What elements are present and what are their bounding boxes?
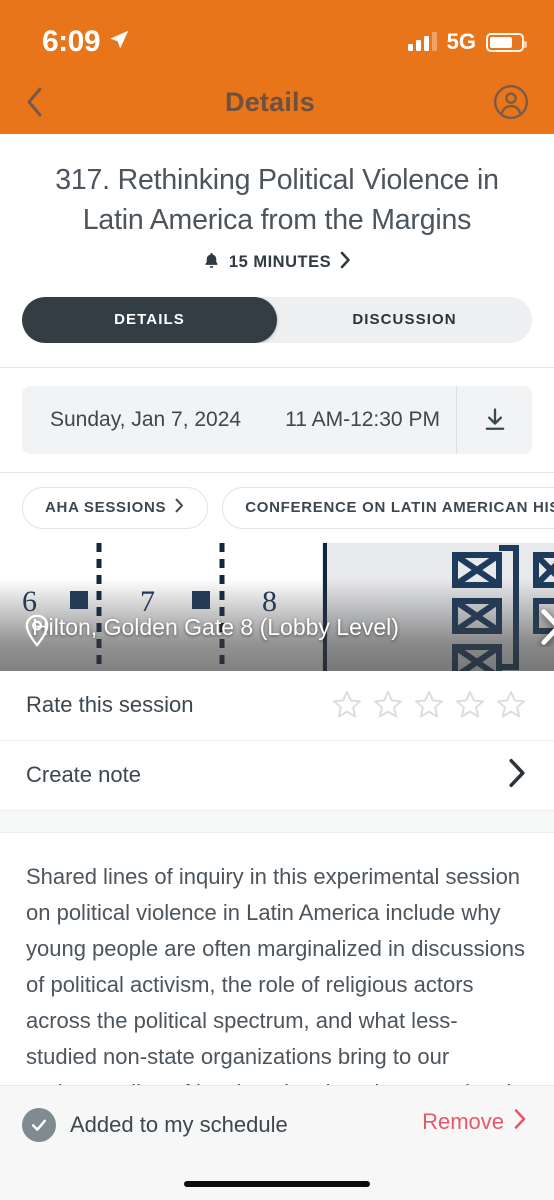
back-button[interactable]: [22, 85, 48, 119]
tag-chip-list: AHA SESSIONS CONFERENCE ON LATIN AMERICA…: [0, 473, 554, 529]
check-circle-icon: [22, 1108, 56, 1142]
location-arrow-icon: [108, 29, 130, 56]
star-rating[interactable]: [330, 688, 528, 722]
battery-icon: [486, 32, 527, 52]
tab-details[interactable]: DETAILS: [22, 296, 277, 343]
added-status: Added to my schedule: [22, 1108, 288, 1142]
schedule-status-bar: Added to my schedule Remove: [0, 1085, 554, 1200]
remove-label: Remove: [422, 1108, 504, 1134]
navigation-bar: Details: [0, 70, 554, 134]
chevron-right-icon[interactable]: [506, 757, 528, 794]
rate-session-label: Rate this session: [26, 692, 194, 718]
tab-bar: DETAILS DISCUSSION: [0, 275, 554, 343]
section-spacer: [0, 810, 554, 833]
remove-button[interactable]: Remove: [422, 1108, 528, 1135]
schedule-card: Sunday, Jan 7, 2024 11 AM-12:30 PM: [22, 385, 532, 454]
schedule-row: Sunday, Jan 7, 2024 11 AM-12:30 PM: [0, 368, 554, 454]
chevron-left-icon: [27, 87, 42, 117]
chevron-right-icon: [512, 1108, 528, 1135]
map-location-text: Hilton, Golden Gate 8 (Lobby Level): [32, 613, 399, 640]
chip-aha-sessions[interactable]: AHA SESSIONS: [22, 486, 209, 529]
home-indicator: [184, 1181, 370, 1187]
chevron-right-icon: [339, 251, 352, 274]
chevron-right-icon: [541, 609, 554, 645]
chip-label: CONFERENCE ON LATIN AMERICAN HISTOR: [245, 499, 554, 517]
chevron-right-icon: [174, 498, 185, 517]
status-bar-left: 6:09: [42, 25, 130, 59]
schedule-info: Sunday, Jan 7, 2024 11 AM-12:30 PM: [22, 386, 456, 454]
schedule-time: 11 AM-12:30 PM: [285, 407, 440, 431]
chip-conference-latin-american-history[interactable]: CONFERENCE ON LATIN AMERICAN HISTOR: [222, 486, 554, 529]
download-calendar-button[interactable]: [456, 385, 532, 454]
map-location-label: Hilton, Golden Gate 8 (Lobby Level): [22, 613, 399, 647]
session-details-screen: 6:09 5G Details 317. Rethinking Politica…: [0, 0, 554, 1200]
network-label: 5G: [446, 29, 476, 54]
cellular-signal-icon: [407, 32, 437, 51]
status-bar: 6:09 5G: [0, 0, 554, 70]
star-outline-icon[interactable]: [371, 688, 405, 722]
rate-session-row[interactable]: Rate this session: [0, 671, 554, 741]
page-title: Details: [225, 86, 315, 117]
reminder-button[interactable]: 15 MINUTES: [36, 251, 518, 275]
bell-icon: [202, 251, 221, 275]
added-status-label: Added to my schedule: [70, 1112, 288, 1137]
star-outline-icon[interactable]: [453, 688, 487, 722]
schedule-date: Sunday, Jan 7, 2024: [50, 407, 242, 431]
create-note-label: Create note: [26, 762, 141, 788]
create-note-row[interactable]: Create note: [0, 741, 554, 811]
profile-button[interactable]: [492, 83, 530, 121]
tab-discussion[interactable]: DISCUSSION: [277, 297, 532, 343]
star-outline-icon[interactable]: [330, 688, 364, 722]
session-title-block: 317. Rethinking Political Violence in La…: [0, 134, 554, 275]
reminder-label: 15 MINUTES: [228, 253, 332, 272]
status-bar-right: 5G: [407, 29, 527, 55]
download-icon: [485, 408, 504, 430]
chip-label: AHA SESSIONS: [45, 499, 167, 517]
segmented-control: DETAILS DISCUSSION: [22, 296, 532, 343]
star-outline-icon[interactable]: [494, 688, 528, 722]
venue-map[interactable]: 6 7 8 Hilton, Golden Gate 8 (Lobby Level…: [0, 542, 554, 671]
status-time: 6:09: [42, 25, 101, 58]
star-outline-icon[interactable]: [412, 688, 446, 722]
floor-plan-graphic: 6 7 8: [0, 542, 554, 671]
session-title: 317. Rethinking Political Violence in La…: [55, 164, 499, 237]
account-circle-icon: [493, 84, 529, 120]
